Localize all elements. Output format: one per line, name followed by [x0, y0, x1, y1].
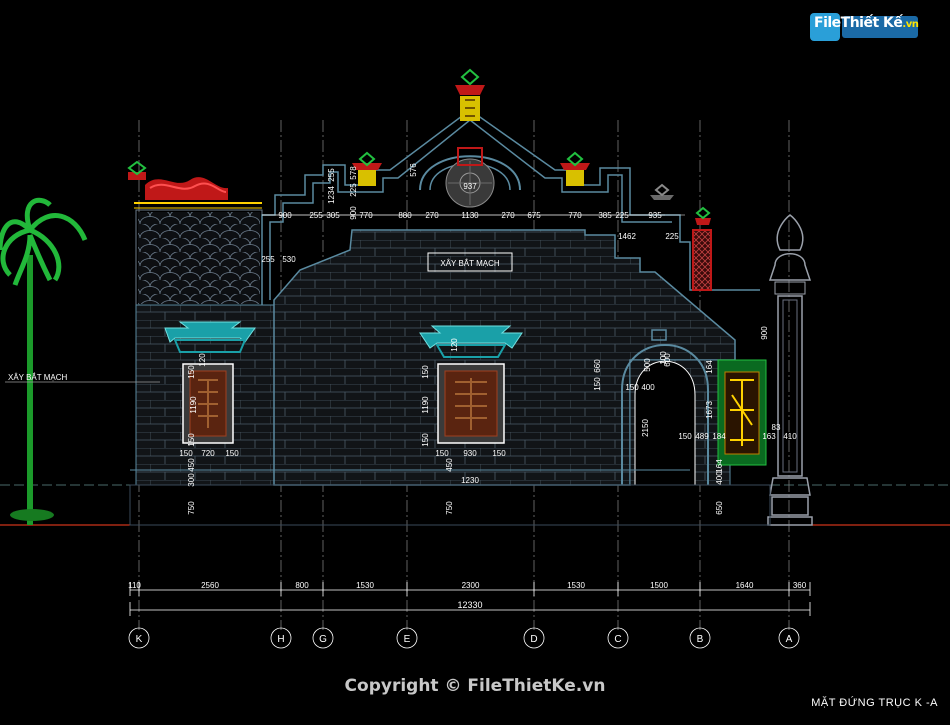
dimension-label: 530 [282, 255, 296, 264]
dimension-label: 750 [187, 501, 196, 515]
dimension-label: 1234 [327, 186, 336, 204]
dimension-label: 150 [187, 365, 196, 379]
side-finial-right-icon [560, 151, 590, 186]
right-ornament-panel [717, 359, 767, 466]
dimension-label: 1640 [736, 581, 754, 590]
side-finial-far-right-icon [650, 183, 674, 200]
dimension-label: 720 [201, 449, 215, 458]
dimension-label: 150 [593, 377, 602, 391]
dimension-label: 900 [349, 206, 358, 220]
dimension-label: 1190 [189, 396, 198, 414]
grid-axis-label-d: D [530, 634, 537, 645]
dimension-label: 500 [643, 358, 652, 372]
dimension-label: 2300 [462, 581, 480, 590]
dimension-label: 450 [187, 458, 196, 472]
dimension-label: 935 [648, 211, 662, 220]
dimension-label: 120 [450, 338, 459, 352]
dimension-label: 1230 [461, 476, 479, 485]
cad-elevation-drawing: XÂY BẮT MẠCH XÂY BẮT MẠCH 110 2560 800 1… [0, 68, 950, 649]
dimension-label: 150 [421, 433, 430, 447]
dimension-label: 880 [398, 211, 412, 220]
dimension-label: 100 [659, 351, 668, 365]
grid-axis-label-g: G [319, 634, 327, 645]
dimension-label: 1130 [461, 211, 479, 220]
dimension-label: 489 [695, 432, 709, 441]
dimension-label: 1462 [618, 232, 636, 241]
dimension-label: 800 [295, 581, 309, 590]
dimension-label: 410 [783, 432, 797, 441]
dimension-label: 300 [187, 473, 196, 487]
dimension-label: 1500 [650, 581, 668, 590]
dimension-label: 360 [793, 581, 807, 590]
dimension-label: 150 [421, 365, 430, 379]
dimension-label: 225 [615, 211, 629, 220]
dimension-label: 937 [463, 182, 477, 191]
lantern-panel-icon [692, 206, 712, 291]
dimension-label: 270 [425, 211, 439, 220]
dimension-label: 150 [225, 449, 239, 458]
dimension-row-bottom: 110 2560 800 1530 2300 1530 1500 1640 360 [128, 581, 811, 596]
grid-axis-label-k: K [136, 634, 143, 645]
palm-tree-icon [0, 197, 88, 525]
dimension-label: 225 [665, 232, 679, 241]
dimension-label: 2560 [201, 581, 219, 590]
dimension-label: 385 [598, 211, 612, 220]
dimension-label: 1673 [705, 401, 714, 419]
dimension-label: 150 [179, 449, 193, 458]
dimension-label: 1190 [421, 396, 430, 414]
dimension-label: 110 [128, 581, 141, 590]
dimension-label: 1530 [356, 581, 374, 590]
dimension-label: 255 [309, 211, 323, 220]
roof-finial-icon [455, 68, 485, 121]
dimension-label: 225 [349, 183, 358, 197]
dimension-label: 450 [445, 458, 454, 472]
dimension-label: 255 [327, 168, 336, 182]
grid-axis-label-b: B [697, 634, 704, 645]
dimension-label: 184 [712, 432, 726, 441]
dimension-label: 150 [492, 449, 506, 458]
grid-axis-bubbles: KHGEDCBA [128, 627, 800, 649]
dimension-label: 120 [198, 353, 207, 367]
dimension-label: 150 [678, 432, 692, 441]
dimension-label: 163 [762, 432, 776, 441]
dimension-label: 660 [593, 359, 602, 373]
dimension-label: 576 [409, 163, 418, 177]
dimension-label: 164 [715, 459, 724, 473]
grid-axis-label-h: H [277, 634, 284, 645]
dimension-overall: 12330 [457, 600, 482, 610]
dimension-label: 900 [278, 211, 292, 220]
dimension-label: 900 [760, 326, 769, 340]
dimension-label: 150 [187, 433, 196, 447]
grid-axis-label-c: C [614, 634, 621, 645]
sheet-title: MẶT ĐỨNG TRỤC K -A [811, 697, 938, 709]
dimension-label: 255 [261, 255, 275, 264]
grid-axis-label-a: A [786, 634, 793, 645]
dimension-label: 2150 [641, 419, 650, 437]
copyright-text: Copyright © FileThietKe.vn [344, 676, 606, 696]
dimension-row-top: 900 255 305 770 880 270 1130 270 675 770 385 225 935 [262, 211, 665, 220]
wall-note-left: XÂY BẮT MẠCH [8, 373, 68, 382]
dimension-label: 270 [501, 211, 515, 220]
gate-pillar [767, 214, 813, 526]
dimension-label: 164 [705, 360, 714, 374]
dimension-label: 770 [568, 211, 582, 220]
dimension-label: 650 [715, 501, 724, 515]
dimension-label: 305 [326, 211, 340, 220]
dimension-label: 1530 [567, 581, 585, 590]
dimension-label: 150 [435, 449, 449, 458]
dragon-ornament-icon [127, 160, 228, 200]
dimension-label: 150 [625, 383, 639, 392]
dimension-label: 83 [772, 423, 781, 432]
wall-note-center: XÂY BẮT MẠCH [440, 259, 500, 268]
dimension-label: 675 [527, 211, 541, 220]
dimension-label: 400 [641, 383, 655, 392]
dimension-total: 12330 [129, 600, 811, 616]
round-vent-icon [419, 147, 521, 208]
dimension-label: 578 [349, 166, 358, 180]
dimension-label: 770 [359, 211, 373, 220]
dimension-label: 930 [463, 449, 477, 458]
dimension-label: 750 [445, 501, 454, 515]
grid-axis-label-e: E [404, 634, 411, 645]
